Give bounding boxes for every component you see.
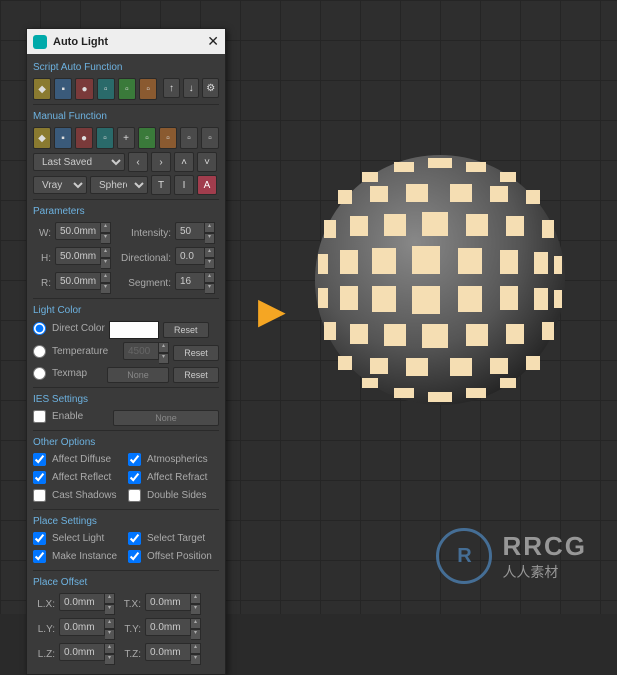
lx-spinner[interactable]: ▴▾	[59, 593, 115, 615]
directional-spinner[interactable]: ▴▾	[175, 247, 215, 269]
watermark: R RRCG 人人素材	[436, 528, 587, 584]
titlebar[interactable]: Auto Light ✕	[27, 29, 225, 54]
script-btn-5[interactable]: ▫	[118, 78, 136, 100]
watermark-logo-icon: R	[436, 528, 492, 584]
close-icon[interactable]: ✕	[207, 33, 219, 50]
intensity-label: Intensity:	[115, 228, 171, 239]
manual-btn-8[interactable]: ▫	[180, 127, 198, 149]
script-btn-6[interactable]: ▫	[139, 78, 157, 100]
w-spinner[interactable]: ▴▾	[55, 222, 111, 244]
lz-spinner[interactable]: ▴▾	[59, 643, 115, 665]
script-btn-4[interactable]: ▫	[97, 78, 115, 100]
chk-double[interactable]: Double Sides	[128, 489, 219, 502]
directional-label: Directional:	[115, 253, 171, 264]
tx-spinner[interactable]: ▴▾	[145, 593, 201, 615]
btn-t[interactable]: T	[151, 175, 171, 195]
section-other: Other Options	[33, 435, 219, 450]
manual-btn-1[interactable]: ◆	[33, 127, 51, 149]
texmap-radio[interactable]: Texmap	[33, 367, 87, 380]
segment-label: Segment:	[115, 278, 171, 289]
manual-btn-6[interactable]: ▫	[138, 127, 156, 149]
h-label: H:	[33, 253, 51, 264]
reset-temp[interactable]: Reset	[173, 345, 219, 361]
chk-atmos[interactable]: Atmospherics	[128, 453, 219, 466]
temperature-radio[interactable]: Temperature	[33, 345, 108, 358]
h-spinner[interactable]: ▴▾	[55, 247, 111, 269]
window-title: Auto Light	[53, 36, 108, 48]
ies-none[interactable]: None	[113, 410, 219, 426]
btn-i[interactable]: I	[174, 175, 194, 195]
app-logo-icon	[33, 35, 47, 49]
manual-btn-4[interactable]: ▫	[96, 127, 114, 149]
section-script-auto: Script Auto Function	[33, 60, 219, 75]
tz-spinner[interactable]: ▴▾	[145, 643, 201, 665]
manual-btn-5[interactable]: +	[117, 127, 135, 149]
nav-down[interactable]: ˅	[197, 152, 217, 172]
chk-offset-pos[interactable]: Offset Position	[128, 550, 219, 563]
auto-light-panel: Auto Light ✕ Script Auto Function ◆ ▪ ● …	[26, 28, 226, 675]
r-label: R:	[33, 278, 51, 289]
script-btn-settings[interactable]: ⚙	[202, 78, 219, 98]
color-swatch[interactable]	[109, 321, 159, 339]
manual-btn-3[interactable]: ●	[75, 127, 93, 149]
arrow-icon: ▶	[258, 290, 286, 332]
nav-up[interactable]: ˄	[174, 152, 194, 172]
ly-spinner[interactable]: ▴▾	[59, 618, 115, 640]
sphere-preview	[310, 150, 570, 410]
ty-spinner[interactable]: ▴▾	[145, 618, 201, 640]
intensity-spinner[interactable]: ▴▾	[175, 222, 215, 244]
section-manual: Manual Function	[33, 109, 219, 124]
section-place: Place Settings	[33, 514, 219, 529]
section-offset: Place Offset	[33, 575, 219, 590]
chk-select-target[interactable]: Select Target	[128, 532, 219, 545]
temperature-spinner[interactable]: ▴▾	[123, 342, 169, 364]
direct-color-radio[interactable]: Direct Color	[33, 322, 105, 335]
tx-label: T.X:	[119, 599, 141, 610]
section-lightcolor: Light Color	[33, 303, 219, 318]
tz-label: T.Z:	[119, 649, 141, 660]
chk-diffuse[interactable]: Affect Diffuse	[33, 453, 124, 466]
section-ies: IES Settings	[33, 392, 219, 407]
shape-dropdown[interactable]: Sphere	[90, 176, 148, 194]
chk-make-instance[interactable]: Make Instance	[33, 550, 124, 563]
watermark-small: 人人素材	[502, 562, 587, 582]
saved-dropdown[interactable]: Last Saved	[33, 153, 125, 171]
chk-reflect[interactable]: Affect Reflect	[33, 471, 124, 484]
chk-shadows[interactable]: Cast Shadows	[33, 489, 124, 502]
btn-a[interactable]: A	[197, 175, 217, 195]
manual-btn-9[interactable]: ▫	[201, 127, 219, 149]
chk-select-light[interactable]: Select Light	[33, 532, 124, 545]
section-parameters: Parameters	[33, 204, 219, 219]
lx-label: L.X:	[33, 599, 55, 610]
reset-direct[interactable]: Reset	[163, 322, 209, 338]
script-btn-1[interactable]: ◆	[33, 78, 51, 100]
script-btn-down[interactable]: ↓	[183, 78, 200, 98]
ies-enable[interactable]: Enable	[33, 410, 83, 423]
lz-label: L.Z:	[33, 649, 55, 660]
script-btn-3[interactable]: ●	[75, 78, 93, 100]
r-spinner[interactable]: ▴▾	[55, 272, 111, 294]
script-btn-up[interactable]: ↑	[163, 78, 180, 98]
w-label: W:	[33, 228, 51, 239]
manual-btn-7[interactable]: ▫	[159, 127, 177, 149]
ly-label: L.Y:	[33, 624, 55, 635]
ty-label: T.Y:	[119, 624, 141, 635]
nav-left[interactable]: ‹	[128, 152, 148, 172]
script-btn-2[interactable]: ▪	[54, 78, 72, 100]
nav-right[interactable]: ›	[151, 152, 171, 172]
texmap-none[interactable]: None	[107, 367, 169, 383]
segment-spinner[interactable]: ▴▾	[175, 272, 215, 294]
reset-texmap[interactable]: Reset	[173, 367, 219, 383]
renderer-dropdown[interactable]: Vray	[33, 176, 87, 194]
watermark-big: RRCG	[502, 531, 587, 562]
manual-btn-2[interactable]: ▪	[54, 127, 72, 149]
chk-refract[interactable]: Affect Refract	[128, 471, 219, 484]
